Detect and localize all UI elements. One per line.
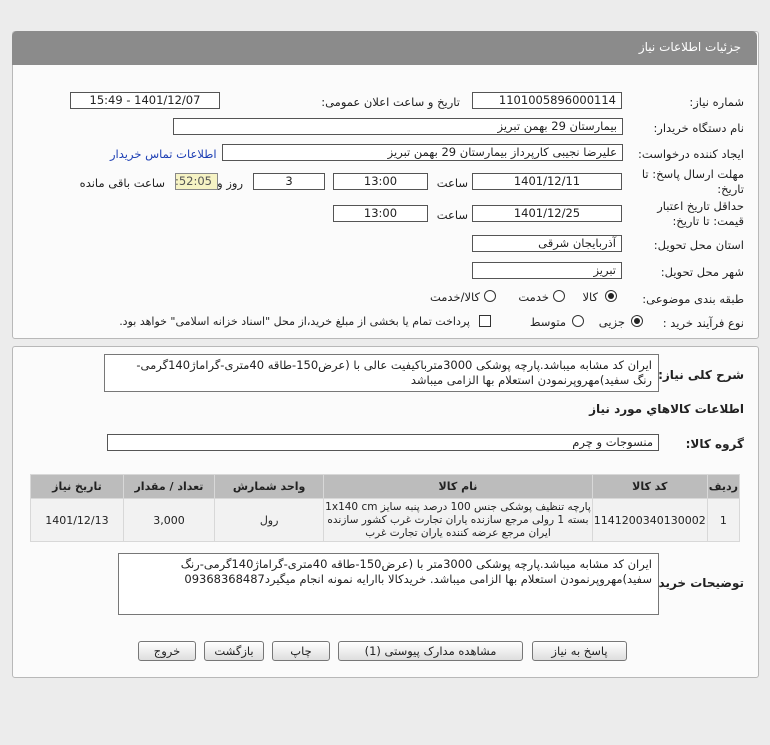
deadline-date-field: 1401/12/11 <box>472 173 622 190</box>
remaining-label: ساعت باقی مانده <box>79 176 165 190</box>
cell-row: 1 <box>706 498 741 542</box>
cell-name: پارچه تنظیف پوشکی جنس 100 درصد پنبه سایز… <box>323 498 593 542</box>
days-label: روز و <box>217 176 243 190</box>
page-header: جزئیات اطلاعات نیاز <box>12 31 757 65</box>
category-option-goods-service: کالا/خدمت <box>429 290 480 304</box>
goods-group-field: منسوجات و چرم <box>107 434 659 451</box>
deadline-label-2: تاریخ: <box>717 182 744 196</box>
treasury-payment-note: پرداخت تمام یا بخشی از مبلغ خرید،از محل … <box>119 315 470 328</box>
announce-label: تاریخ و ساعت اعلان عمومی: <box>321 95 460 109</box>
goods-table-header: ردیف کد کالا نام کالا واحد شمارش تعداد /… <box>30 474 741 499</box>
validity-label: حداقل تاریخ اعتبار <box>657 199 744 213</box>
summary-line-2: رنگ سفید)مهروپرنمودن استعلام بها الزامی … <box>410 373 652 387</box>
col-unit: واحد شمارش <box>214 474 325 499</box>
col-code: کد کالا <box>591 474 708 499</box>
col-row: ردیف <box>706 474 741 499</box>
buyer-notes-line-1: ایران کد مشابه میباشد.پارچه پوشکی 3000مت… <box>180 557 652 571</box>
deadline-label: مهلت ارسال پاسخ: تا <box>641 167 744 181</box>
category-radio-goods[interactable] <box>605 290 617 302</box>
buyer-org-label: نام دستگاه خریدار: <box>653 121 744 135</box>
process-label: نوع فرآیند خرید : <box>662 316 744 330</box>
col-name: نام کالا <box>323 474 593 499</box>
city-field: تبریز <box>472 262 622 279</box>
print-button[interactable]: چاپ <box>272 641 330 661</box>
col-qty: تعداد / مقدار <box>122 474 216 499</box>
city-label: شهر محل تحویل: <box>660 265 744 279</box>
summary-line-1: ایران کد مشابه میباشد.پارچه پوشکی 3000مت… <box>136 358 652 372</box>
requester-label: ایجاد کننده درخواست: <box>638 147 744 161</box>
days-field: 3 <box>253 173 325 190</box>
validity-label-2: قیمت: تا تاریخ: <box>672 214 744 228</box>
cell-qty: 3,000 <box>122 498 216 542</box>
validity-time-field: 13:00 <box>333 205 428 222</box>
page-title: جزئیات اطلاعات نیاز <box>638 40 741 54</box>
summary-text: ایران کد مشابه میباشد.پارچه پوشکی 3000مت… <box>104 354 659 392</box>
goods-info-title: اطلاعات کالاهاي مورد نياز <box>589 402 744 416</box>
exit-button[interactable]: خروج <box>138 641 196 661</box>
buyer-notes-line-2: سفید)مهروپرنمودن استعلام بها الزامی میبا… <box>184 572 652 586</box>
reply-button[interactable]: پاسخ به نیاز <box>532 641 627 661</box>
cell-name-line-2: بسته 1 رولی مرجع سازنده یاران تجارت غرب … <box>327 513 589 526</box>
province-field: آذربایجان شرقی <box>472 235 622 252</box>
col-date: تاریخ نیاز <box>30 474 124 499</box>
announce-field: 1401/12/07 - 15:49 <box>70 92 220 109</box>
need-number-field: 1101005896000114 <box>472 92 622 109</box>
treasury-payment-checkbox[interactable] <box>479 315 491 327</box>
goods-table: ردیف کد کالا نام کالا واحد شمارش تعداد /… <box>30 474 741 542</box>
category-option-service: خدمت <box>518 290 549 304</box>
requester-field: علیرضا نجیبی کارپرداز بیمارستان 29 بهمن … <box>222 144 623 161</box>
process-option-medium: متوسط <box>529 315 566 329</box>
validity-time-label: ساعت <box>436 208 468 222</box>
validity-date-field: 1401/12/25 <box>472 205 622 222</box>
cell-code: 1141200340130002 <box>591 498 708 542</box>
contact-buyer-link[interactable]: اطلاعات تماس خریدار <box>110 147 217 161</box>
goods-group-label: گروه کالا: <box>685 437 744 451</box>
cell-name-line-3: ایران مرجع عرضه کننده یاران تجارت غرب <box>365 526 551 539</box>
buyer-org-field: بیمارستان 29 بهمن تبریز <box>173 118 623 135</box>
table-row: 1 1141200340130002 پارچه تنظیف پوشکی جنس… <box>30 498 741 542</box>
province-label: استان محل تحویل: <box>653 238 744 252</box>
need-number-label: شماره نیاز: <box>689 95 744 109</box>
remaining-time-field: 19:52:05 <box>175 173 218 190</box>
category-option-goods: کالا <box>582 290 598 304</box>
back-button[interactable]: بازگشت <box>204 641 264 661</box>
deadline-time-label: ساعت <box>436 176 468 190</box>
process-option-minor: جزیی <box>598 315 625 329</box>
deadline-time-field: 13:00 <box>333 173 428 190</box>
category-label: طبقه بندی موضوعی: <box>642 292 744 306</box>
category-radio-service[interactable] <box>553 290 565 302</box>
cell-name-line-1: پارچه تنظیف پوشکی جنس 100 درصد پنبه سایز… <box>325 500 591 513</box>
category-radio-goods-service[interactable] <box>484 290 496 302</box>
buyer-notes-text: ایران کد مشابه میباشد.پارچه پوشکی 3000مت… <box>118 553 659 615</box>
summary-label: شرح کلی نیاز: <box>658 368 744 382</box>
attachments-button[interactable]: مشاهده مدارک پیوستی (1) <box>338 641 523 661</box>
cell-unit: رول <box>214 498 325 542</box>
process-radio-medium[interactable] <box>572 315 584 327</box>
process-radio-minor[interactable] <box>631 315 643 327</box>
cell-date: 1401/12/13 <box>30 498 124 542</box>
